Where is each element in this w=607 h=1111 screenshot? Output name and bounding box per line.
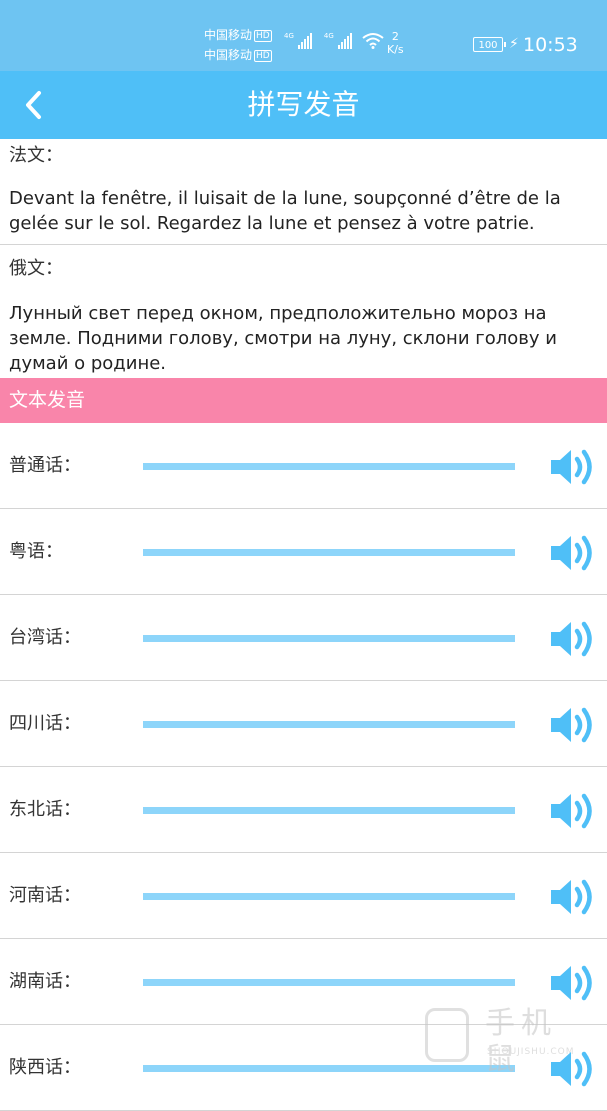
dialect-label: 东北话： — [9, 799, 81, 820]
play-audio-button[interactable] — [547, 703, 599, 747]
audio-progress-slider[interactable] — [143, 807, 515, 814]
dialect-label: 陕西话： — [9, 1057, 81, 1078]
status-bar: 中国移动 HD 中国移动 HD 4G 4G 2 K/s 100 ⚡ 10:53 — [0, 0, 607, 71]
dialect-row: 四川话： — [0, 681, 607, 767]
play-audio-button[interactable] — [547, 961, 599, 1005]
play-audio-button[interactable] — [547, 445, 599, 489]
translation-text-french: Devant la fenêtre, il luisait de la lune… — [9, 188, 561, 234]
speaker-icon — [551, 879, 592, 915]
dialect-row: 粤语： — [0, 509, 607, 595]
speaker-icon — [551, 965, 592, 1001]
speaker-icon — [551, 707, 592, 743]
translation-text-russian: Лунный свет перед окном, предположительн… — [9, 303, 557, 374]
audio-progress-slider[interactable] — [143, 1065, 515, 1072]
translation-label-french: 法文： — [9, 145, 63, 166]
translation-russian: 俄文： Лунный свет перед окном, предположит… — [0, 245, 607, 378]
play-audio-button[interactable] — [547, 617, 599, 661]
dialect-label: 普通话： — [9, 455, 81, 476]
dialect-row: 台湾话： — [0, 595, 607, 681]
speaker-icon — [551, 1051, 592, 1087]
hd-badge-1: HD — [254, 30, 272, 42]
play-audio-button[interactable] — [547, 1047, 599, 1091]
play-audio-button[interactable] — [547, 531, 599, 575]
network-speed-value: 2 — [391, 30, 399, 43]
dialect-row: 陕西话： — [0, 1025, 607, 1111]
status-time: 10:53 — [523, 34, 578, 56]
speaker-icon — [551, 621, 592, 657]
dialect-label: 粤语： — [9, 541, 63, 562]
section-header-text-pronunciation: 文本发音 — [0, 378, 607, 423]
wifi-icon — [362, 33, 384, 49]
audio-progress-slider[interactable] — [143, 893, 515, 900]
carrier-1: 中国移动 — [204, 28, 253, 42]
charging-icon: ⚡ — [509, 36, 519, 52]
page-title: 拼写发音 — [247, 88, 360, 121]
network-speed: 2 K/s — [387, 30, 404, 56]
audio-progress-slider[interactable] — [143, 979, 515, 986]
signal-2-icon — [337, 33, 352, 49]
dialect-label: 湖南话： — [9, 971, 81, 992]
dialect-row: 河南话： — [0, 853, 607, 939]
play-audio-button[interactable] — [547, 875, 599, 919]
speaker-icon — [551, 449, 592, 485]
network-speed-unit: K/s — [387, 43, 404, 56]
dialect-label: 四川话： — [9, 713, 81, 734]
audio-progress-slider[interactable] — [143, 635, 515, 642]
translation-label-russian: 俄文： — [9, 258, 63, 279]
play-audio-button[interactable] — [547, 789, 599, 833]
carrier-info: 中国移动 HD 中国移动 HD — [204, 25, 272, 65]
hd-badge-2: HD — [254, 50, 272, 62]
dialect-row: 东北话： — [0, 767, 607, 853]
title-bar: 拼写发音 — [0, 71, 607, 139]
signal-tag-2: 4G — [323, 32, 334, 40]
battery-icon: 100 — [473, 37, 506, 52]
signal-1-icon — [297, 33, 312, 49]
translation-french: 法文： Devant la fenêtre, il luisait de la … — [0, 139, 607, 245]
speaker-icon — [551, 535, 592, 571]
signal-tag-1: 4G — [284, 32, 294, 40]
speaker-icon — [551, 793, 592, 829]
dialect-label: 河南话： — [9, 885, 81, 906]
dialect-label: 台湾话： — [9, 627, 81, 648]
signal-icons: 4G 4G — [284, 32, 384, 49]
audio-progress-slider[interactable] — [143, 549, 515, 556]
carrier-2: 中国移动 — [204, 48, 253, 62]
audio-progress-slider[interactable] — [143, 721, 515, 728]
dialect-row: 普通话： — [0, 423, 607, 509]
dialect-row: 湖南话： — [0, 939, 607, 1025]
audio-progress-slider[interactable] — [143, 463, 515, 470]
